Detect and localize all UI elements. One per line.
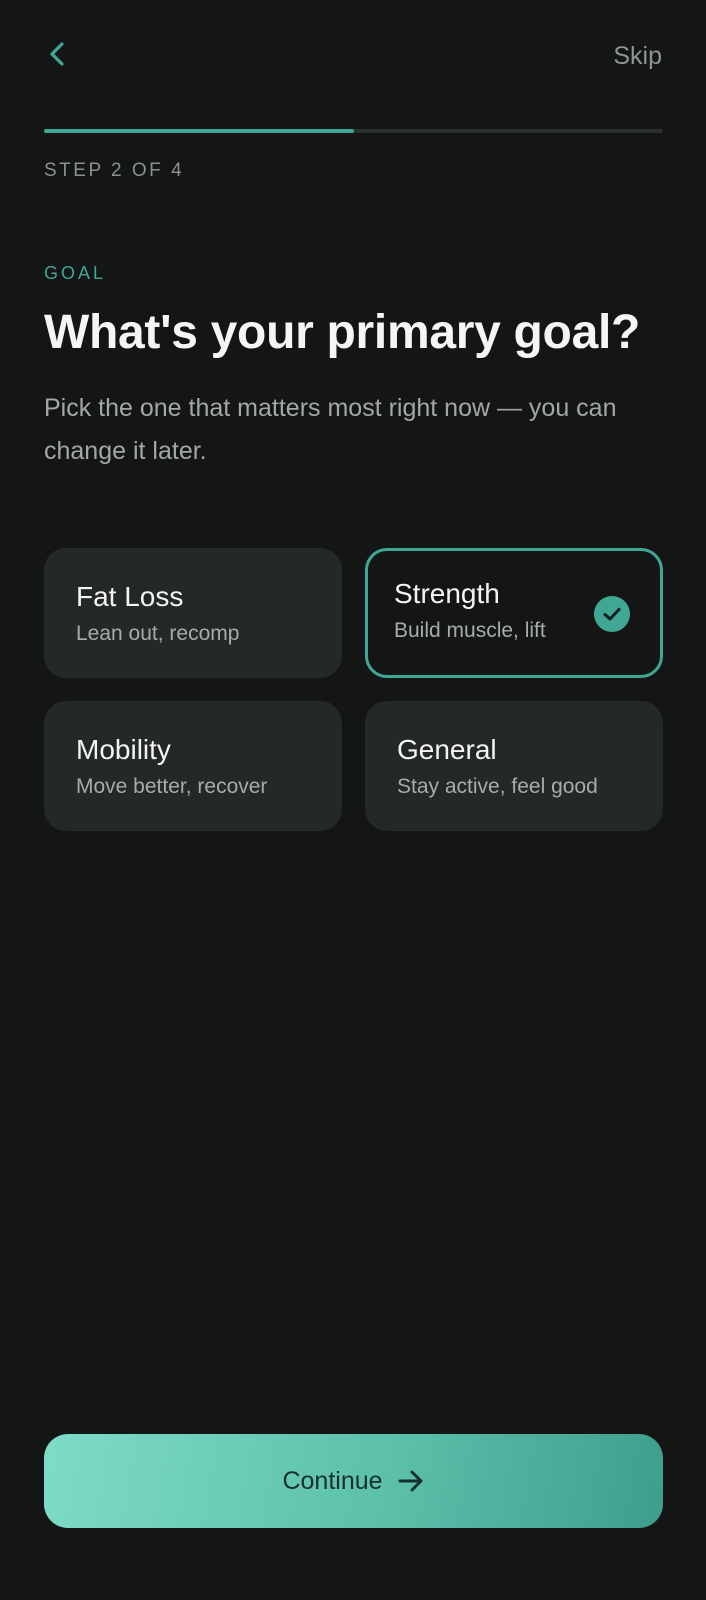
- goal-option-title: Mobility: [76, 734, 171, 765]
- goal-option-subtitle: Lean out, recomp: [76, 622, 240, 645]
- goal-option-fat-loss[interactable]: Fat Loss Lean out, recomp: [44, 548, 342, 678]
- onboarding-goal-screen: Skip STEP 2 OF 4 GOAL What's your primar…: [0, 0, 706, 1600]
- page-subtitle: Pick the one that matters most right now…: [44, 394, 617, 465]
- back-button[interactable]: [46, 34, 86, 74]
- step-indicator: STEP 2 OF 4: [44, 160, 185, 181]
- goal-option-subtitle: Move better, recover: [76, 775, 268, 798]
- goal-option-subtitle: Stay active, feel good: [397, 775, 598, 798]
- goal-option-mobility[interactable]: Mobility Move better, recover: [44, 701, 342, 831]
- section-eyebrow: GOAL: [44, 263, 107, 283]
- arrow-right-icon: [398, 1470, 423, 1492]
- chevron-left-icon: [50, 42, 64, 66]
- check-icon: [594, 596, 630, 632]
- continue-label: Continue: [282, 1466, 383, 1495]
- skip-button[interactable]: Skip: [613, 42, 662, 71]
- goal-option-title: Fat Loss: [76, 581, 184, 612]
- goal-option-title: General: [397, 734, 497, 765]
- goal-option-general[interactable]: General Stay active, feel good: [365, 701, 663, 831]
- progress-fill: [44, 129, 354, 133]
- goal-options: Fat Loss Lean out, recomp Strength Build…: [44, 548, 663, 831]
- page-title: What's your primary goal?: [44, 306, 641, 359]
- progress-bar: [44, 129, 663, 133]
- goal-option-strength[interactable]: Strength Build muscle, lift: [365, 548, 663, 678]
- continue-button[interactable]: Continue: [44, 1434, 663, 1528]
